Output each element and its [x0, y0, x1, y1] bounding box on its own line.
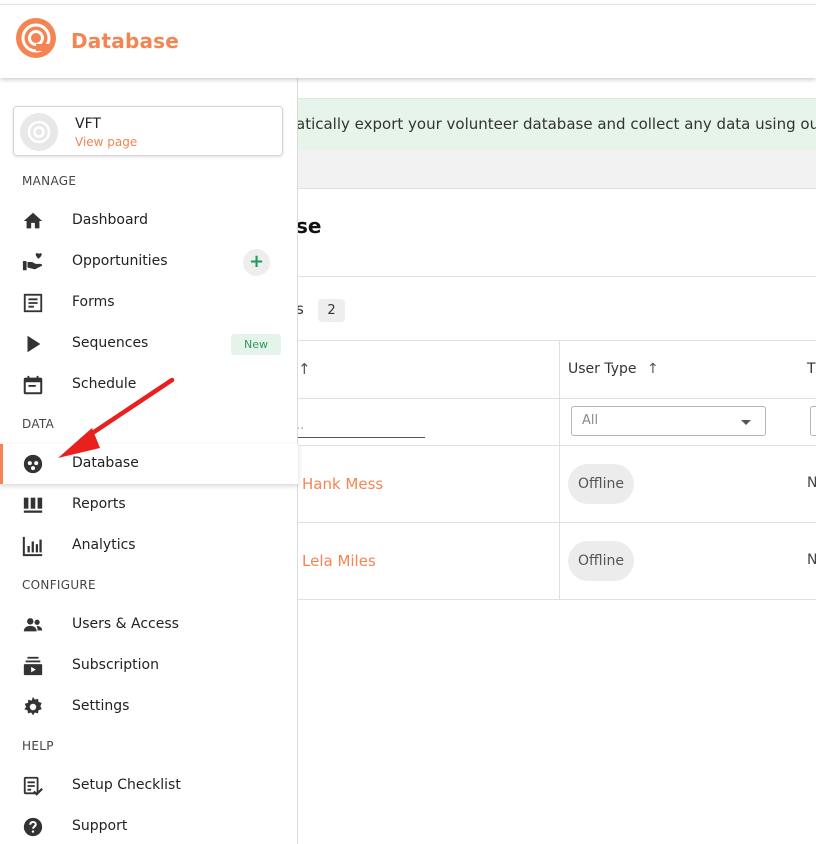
- sidebar-item-analytics[interactable]: Analytics: [0, 526, 298, 566]
- sidebar-item-opportunities[interactable]: Opportunities +: [0, 242, 298, 282]
- sidebar-item-dashboard[interactable]: Dashboard: [0, 201, 298, 241]
- volunteer-name-link[interactable]: Hank Mess: [302, 475, 383, 493]
- column-header-user-type[interactable]: User Type ↑: [568, 361, 659, 377]
- column-divider: [559, 340, 560, 600]
- sidebar-item-setup-checklist[interactable]: Setup Checklist: [0, 766, 298, 806]
- sidebar-item-label: Opportunities: [72, 253, 168, 269]
- avatar: [20, 113, 58, 151]
- play-icon: [27, 335, 41, 353]
- sort-arrow-icon[interactable]: ↑: [647, 361, 659, 377]
- brand-title: Database: [71, 29, 180, 53]
- sidebar-item-forms[interactable]: Forms: [0, 283, 298, 323]
- sidebar-item-settings[interactable]: Settings: [0, 687, 298, 727]
- sidebar-item-label: Dashboard: [72, 212, 148, 228]
- sidebar-item-label: Analytics: [72, 537, 136, 553]
- new-badge: New: [231, 334, 281, 355]
- sidebar-item-users-access[interactable]: Users & Access: [0, 605, 298, 645]
- users-icon: [23, 618, 43, 632]
- cell-partial: N: [807, 475, 816, 491]
- sort-arrow-icon[interactable]: ↑: [298, 360, 311, 378]
- reports-icon: [23, 497, 43, 513]
- table-border: [296, 522, 816, 523]
- sidebar-item-label: Database: [72, 455, 139, 471]
- gear-icon: [24, 696, 42, 716]
- sidebar-item-label: Reports: [72, 496, 126, 512]
- section-label-configure: CONFIGURE: [22, 578, 96, 592]
- column-header-label: User Type: [568, 361, 637, 377]
- sidebar-item-label: Subscription: [72, 657, 159, 673]
- cell-partial: N: [807, 552, 816, 568]
- sidebar-item-subscription[interactable]: Subscription: [0, 646, 298, 686]
- org-name: VFT: [75, 116, 101, 132]
- table-border: [296, 445, 816, 446]
- sidebar-item-database[interactable]: Database: [0, 444, 298, 484]
- volunteer-name-link[interactable]: Lela Miles: [302, 552, 376, 570]
- subscription-icon: [23, 656, 43, 676]
- table-border: [296, 340, 816, 341]
- status-chip: Offline: [568, 464, 634, 504]
- filter-select-partial[interactable]: [810, 406, 816, 436]
- logo-icon: [16, 18, 56, 58]
- help-icon: [23, 817, 43, 837]
- table-border: [296, 398, 816, 399]
- select-value: All: [582, 413, 599, 428]
- calendar-icon: [23, 375, 43, 395]
- divider: [296, 276, 816, 277]
- name-filter-input[interactable]: ..: [296, 418, 425, 438]
- sidebar-item-label: Sequences: [72, 335, 149, 351]
- sidebar-item-label: Users & Access: [72, 616, 179, 632]
- sidebar-item-label: Support: [72, 818, 128, 834]
- database-icon: [23, 454, 43, 474]
- view-page-link[interactable]: View page: [75, 135, 137, 149]
- page-title: se: [296, 214, 322, 238]
- sidebar-item-sequences[interactable]: Sequences New: [0, 324, 298, 364]
- sidebar-item-label: Setup Checklist: [72, 777, 181, 793]
- user-type-filter-select[interactable]: All: [571, 406, 766, 436]
- tab-count-badge: 2: [318, 299, 345, 322]
- section-label-manage: MANAGE: [22, 174, 77, 188]
- section-label-help: HELP: [22, 739, 54, 753]
- column-header-partial[interactable]: T: [807, 361, 816, 377]
- form-icon: [23, 293, 43, 313]
- sidebar-item-label: Schedule: [72, 376, 137, 392]
- sidebar-item-schedule[interactable]: Schedule: [0, 365, 298, 405]
- sidebar-item-support[interactable]: Support: [0, 807, 298, 844]
- add-opportunity-button[interactable]: +: [243, 249, 270, 276]
- table-border: [296, 599, 816, 600]
- avatar-logo-icon: [27, 120, 51, 144]
- status-chip: Offline: [568, 541, 634, 581]
- hand-heart-icon: [22, 253, 43, 271]
- sidebar: VFT View page MANAGE Dashboard Opportuni…: [0, 78, 298, 844]
- org-profile-card[interactable]: VFT View page: [13, 106, 283, 156]
- top-header: Database: [0, 4, 816, 78]
- banner-text: atically export your volunteer database …: [296, 115, 816, 133]
- analytics-icon: [22, 536, 43, 557]
- sidebar-item-label: Forms: [72, 294, 115, 310]
- sidebar-item-label: Settings: [72, 698, 130, 714]
- sidebar-item-reports[interactable]: Reports: [0, 485, 298, 525]
- section-label-data: DATA: [22, 417, 55, 431]
- home-icon: [23, 212, 43, 229]
- chevron-down-icon: [741, 420, 751, 425]
- checklist-icon: [23, 776, 43, 796]
- volunteer-table: ↑ User Type ↑ T .. All Hank Mess Offline…: [296, 340, 816, 600]
